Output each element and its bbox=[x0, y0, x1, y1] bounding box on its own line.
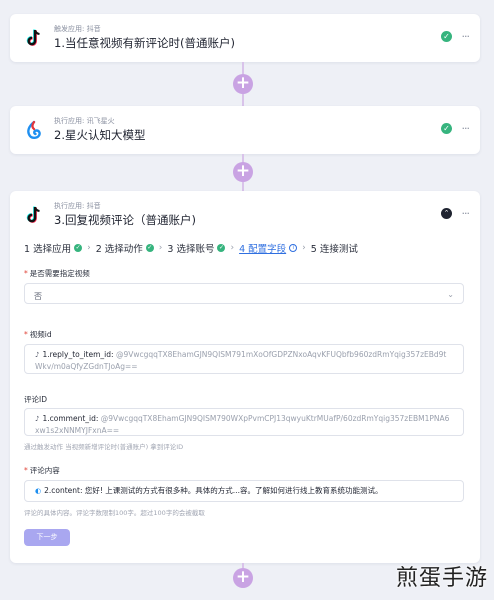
field-label-video-id: * 视频id bbox=[24, 329, 52, 340]
field-label-comment-id: 评论ID bbox=[24, 394, 47, 405]
more-icon[interactable]: ··· bbox=[462, 122, 470, 135]
chip-variable-name: 1.comment_id: bbox=[42, 414, 99, 423]
variable-chip[interactable]: ◐ 2.content: 您好! 上课测试的方式有很多种。具体的方式...容。了解… bbox=[35, 485, 453, 497]
chip-variable-name: 1.reply_to_item_id: bbox=[42, 350, 114, 359]
required-mark: * bbox=[24, 330, 28, 339]
node-app-label: 执行应用: 抖音 bbox=[54, 202, 101, 210]
tiktok-icon: ♪ bbox=[35, 415, 40, 423]
required-mark: * bbox=[24, 269, 28, 278]
video-id-input[interactable]: ♪ 1.reply_to_item_id: @9VwcgqqTX8EhamGJN9… bbox=[24, 344, 464, 374]
node-title: 1.当任意视频有新评论时(普通账户) bbox=[54, 36, 235, 50]
node-app-label: 执行应用: 讯飞星火 bbox=[54, 117, 115, 125]
check-circle-icon: ✓ bbox=[74, 244, 83, 252]
variable-chip[interactable]: ♪ 1.comment_id: @9VwcgqqTX8EhamGJN9QISM79… bbox=[35, 413, 453, 437]
specify-video-select[interactable]: 否 ⌄ bbox=[24, 283, 464, 304]
spark-icon: ◐ bbox=[35, 487, 42, 495]
step-label: 3 选择账号 bbox=[167, 244, 215, 255]
node-title: 3.回复视频评论（普通账户) bbox=[54, 213, 196, 227]
more-icon[interactable]: ··· bbox=[462, 30, 470, 43]
node-title: 2.星火认知大模型 bbox=[54, 128, 146, 142]
workflow-editor: 触发应用: 抖音 1.当任意视频有新评论时(普通账户) ✓ ··· + 执行应用… bbox=[0, 0, 494, 600]
connector-line bbox=[242, 182, 244, 191]
next-step-button[interactable]: 下一步 bbox=[24, 529, 70, 546]
connector-line bbox=[242, 94, 244, 106]
check-circle-icon: ✓ bbox=[217, 244, 226, 252]
node-header[interactable]: 执行应用: 抖音 3.回复视频评论（普通账户) ⌃ ··· bbox=[10, 191, 480, 239]
step-select-account[interactable]: 3 选择账号 ✓ bbox=[167, 241, 226, 255]
field-hint: 评论的具体内容。评论字数限制100字。超过100字的会被截取 bbox=[24, 509, 205, 517]
comment-id-input[interactable]: ♪ 1.comment_id: @9VwcgqqTX8EhamGJN9QISM79… bbox=[24, 408, 464, 436]
chevron-right-icon: › bbox=[87, 243, 91, 253]
node-app-label: 触发应用: 抖音 bbox=[54, 25, 101, 33]
variable-chip[interactable]: ♪ 1.reply_to_item_id: @9VwcgqqTX8EhamGJN9… bbox=[35, 349, 453, 373]
select-value: 否 bbox=[34, 292, 42, 301]
node-header[interactable]: 执行应用: 讯飞星火 2.星火认知大模型 ✓ ··· bbox=[10, 106, 480, 154]
chevron-right-icon: › bbox=[302, 243, 306, 253]
step-label: 4 配置字段 bbox=[239, 244, 287, 255]
step-test-connection[interactable]: 5 连接测试 bbox=[311, 241, 358, 255]
chevron-right-icon: › bbox=[158, 243, 163, 253]
label-text: 是否需要指定视频 bbox=[29, 269, 90, 278]
step-select-app[interactable]: 1 选择应用 ✓ bbox=[24, 241, 83, 255]
step-select-action[interactable]: 2 选择动作 ✓ bbox=[96, 241, 154, 255]
required-mark: * bbox=[24, 466, 28, 475]
comment-content-input[interactable]: ◐ 2.content: 您好! 上课测试的方式有很多种。具体的方式...容。了解… bbox=[24, 480, 464, 502]
label-text: 评论ID bbox=[24, 395, 47, 404]
step-label: 1 选择应用 bbox=[24, 244, 72, 255]
label-text: 视频id bbox=[29, 330, 52, 339]
node-header[interactable]: 触发应用: 抖音 1.当任意视频有新评论时(普通账户) ✓ ··· bbox=[10, 14, 480, 62]
chip-variable-value: @9VwcgqqTX8EhamGJN9QISM790WXpPvmCPJ13qwy… bbox=[35, 414, 450, 435]
chevron-down-icon: ⌄ bbox=[447, 290, 454, 299]
add-step-button[interactable]: + bbox=[233, 568, 253, 588]
spark-icon bbox=[22, 118, 46, 142]
field-hint: 通过触发动作 当视频新增评论时(普通账户) 拿到评论ID bbox=[24, 443, 184, 451]
info-circle-icon: i bbox=[289, 244, 298, 252]
step-label: 2 选择动作 bbox=[95, 244, 143, 255]
more-icon[interactable]: ··· bbox=[462, 207, 470, 220]
chevron-right-icon: › bbox=[230, 243, 235, 253]
step-configure-fields[interactable]: 4 配置字段 i bbox=[239, 241, 298, 255]
collapse-icon[interactable]: ⌃ bbox=[441, 208, 452, 219]
add-step-button[interactable]: + bbox=[233, 162, 253, 182]
workflow-node-1[interactable]: 触发应用: 抖音 1.当任意视频有新评论时(普通账户) ✓ ··· bbox=[10, 14, 480, 62]
step-navigation: 1 选择应用 ✓ › 2 选择动作 ✓ › 3 选择账号 ✓ › 4 配置字段 … bbox=[24, 241, 358, 255]
tiktok-icon: ♪ bbox=[35, 351, 40, 359]
tiktok-icon bbox=[22, 203, 46, 227]
step-label: 5 连接测试 bbox=[310, 244, 358, 255]
check-circle-icon: ✓ bbox=[441, 123, 452, 134]
tiktok-icon bbox=[22, 26, 46, 50]
chip-variable-name: 2.content: bbox=[44, 486, 83, 495]
workflow-node-2[interactable]: 执行应用: 讯飞星火 2.星火认知大模型 ✓ ··· bbox=[10, 106, 480, 154]
check-circle-icon: ✓ bbox=[145, 244, 154, 252]
check-circle-icon: ✓ bbox=[441, 31, 452, 42]
field-label-comment-content: * 评论内容 bbox=[24, 465, 60, 476]
watermark: 煎蛋手游 bbox=[395, 566, 488, 591]
label-text: 评论内容 bbox=[29, 466, 60, 475]
field-label-specify-video: * 是否需要指定视频 bbox=[24, 268, 90, 279]
chip-variable-value: 您好! 上课测试的方式有很多种。具体的方式...容。了解如何进行线上教育系统功能… bbox=[84, 486, 383, 495]
workflow-node-3[interactable]: 执行应用: 抖音 3.回复视频评论（普通账户) ⌃ ··· 1 选择应用 ✓ ›… bbox=[10, 191, 480, 563]
add-step-button[interactable]: + bbox=[233, 74, 253, 94]
